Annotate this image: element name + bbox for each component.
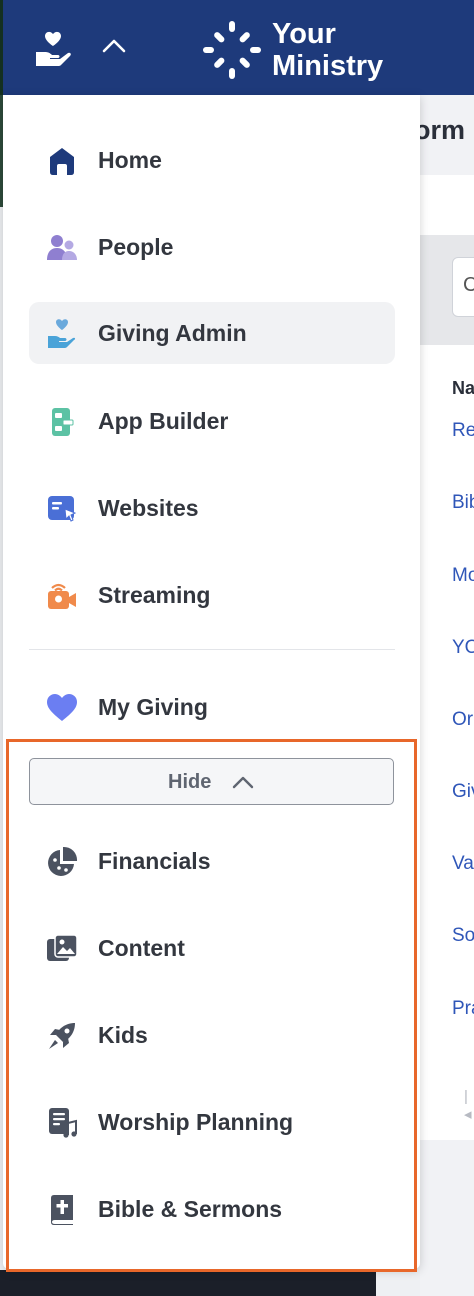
window-edge — [0, 0, 3, 95]
table-row[interactable]: YO — [452, 637, 474, 659]
bible-icon — [51, 1195, 73, 1225]
search-input[interactable]: C — [452, 257, 474, 317]
brand-name: Your Ministry — [272, 18, 383, 82]
menu-item-label: Home — [98, 147, 162, 173]
table-row[interactable]: So — [452, 925, 474, 947]
background-footer — [0, 1270, 376, 1296]
giving-hand-button[interactable] — [30, 26, 76, 70]
menu-item-label: App Builder — [98, 408, 229, 434]
giving-hand-icon — [36, 31, 71, 66]
chevron-up-icon — [232, 776, 254, 789]
menu-item-label: Giving Admin — [98, 320, 247, 346]
rocket-icon — [49, 1023, 75, 1049]
menu-divider — [29, 649, 395, 650]
home-icon — [50, 148, 74, 175]
menu-item-giving-admin[interactable]: Giving Admin — [29, 302, 395, 364]
pagination-first-button[interactable]: |◂ — [464, 1088, 474, 1123]
financials-icon — [48, 846, 78, 876]
websites-icon — [48, 496, 77, 522]
worship-planning-icon — [49, 1108, 77, 1138]
menu-item-label: Content — [98, 935, 185, 961]
chevron-up-icon — [102, 39, 126, 53]
menu-item-worship-planning[interactable]: Worship Planning — [29, 1091, 395, 1153]
table-row[interactable]: Va — [452, 853, 474, 875]
menu-item-financials[interactable]: Financials — [29, 830, 395, 892]
hide-button[interactable]: Hide — [29, 758, 394, 805]
menu-item-kids[interactable]: Kids — [29, 1004, 395, 1066]
menu-collapse-button[interactable] — [98, 30, 130, 62]
column-header-name[interactable]: Na — [452, 378, 474, 399]
hide-button-label: Hide — [168, 771, 212, 793]
content-icon — [47, 934, 78, 961]
table-row[interactable]: Mo — [452, 565, 474, 587]
giving-admin-icon — [48, 319, 76, 348]
people-icon — [47, 235, 77, 260]
table-row[interactable]: Or — [452, 709, 473, 731]
table-row[interactable]: Pra — [452, 998, 474, 1020]
menu-item-content[interactable]: Content — [29, 917, 395, 979]
menu-item-label: Bible & Sermons — [98, 1196, 283, 1222]
menu-item-label: People — [98, 234, 174, 260]
brand-line-2: Ministry — [272, 50, 384, 82]
menu-item-label: Worship Planning — [98, 1109, 294, 1135]
heart-icon — [47, 694, 77, 721]
menu-item-label: Streaming — [98, 582, 211, 608]
menu-item-websites[interactable]: Websites — [29, 477, 395, 539]
search-icon: C — [463, 274, 474, 296]
menu-item-people[interactable]: People — [29, 216, 395, 278]
top-bar: Your Ministry — [0, 0, 474, 95]
menu-item-label: Financials — [98, 848, 211, 874]
table-row[interactable]: Giv — [452, 781, 474, 803]
menu-item-bible-sermons[interactable]: Bible & Sermons — [29, 1178, 395, 1240]
menu-item-label: My Giving — [98, 694, 208, 720]
app-switcher-menu: Home People Giving Admin App Builder Web… — [3, 95, 420, 1272]
app-builder-icon — [52, 408, 74, 436]
table-row[interactable]: Bib — [452, 492, 474, 514]
brand-line-1: Your — [272, 18, 336, 50]
menu-item-app-builder[interactable]: App Builder — [29, 390, 395, 452]
menu-item-my-giving[interactable]: My Giving — [29, 676, 395, 738]
page-title: orm l — [420, 115, 474, 145]
table-row[interactable]: Re — [452, 420, 474, 442]
menu-item-streaming[interactable]: Streaming — [29, 564, 395, 626]
streaming-icon — [48, 583, 76, 609]
menu-item-label: Websites — [98, 495, 199, 521]
background-page: orm l C Na Re Bib Mo YO Or Giv Va So Pra… — [420, 95, 474, 1296]
menu-item-label: Kids — [98, 1022, 148, 1048]
ministry-logo-icon — [203, 21, 261, 79]
menu-item-home[interactable]: Home — [29, 129, 395, 191]
brand-logo[interactable]: Your Ministry — [200, 16, 400, 86]
